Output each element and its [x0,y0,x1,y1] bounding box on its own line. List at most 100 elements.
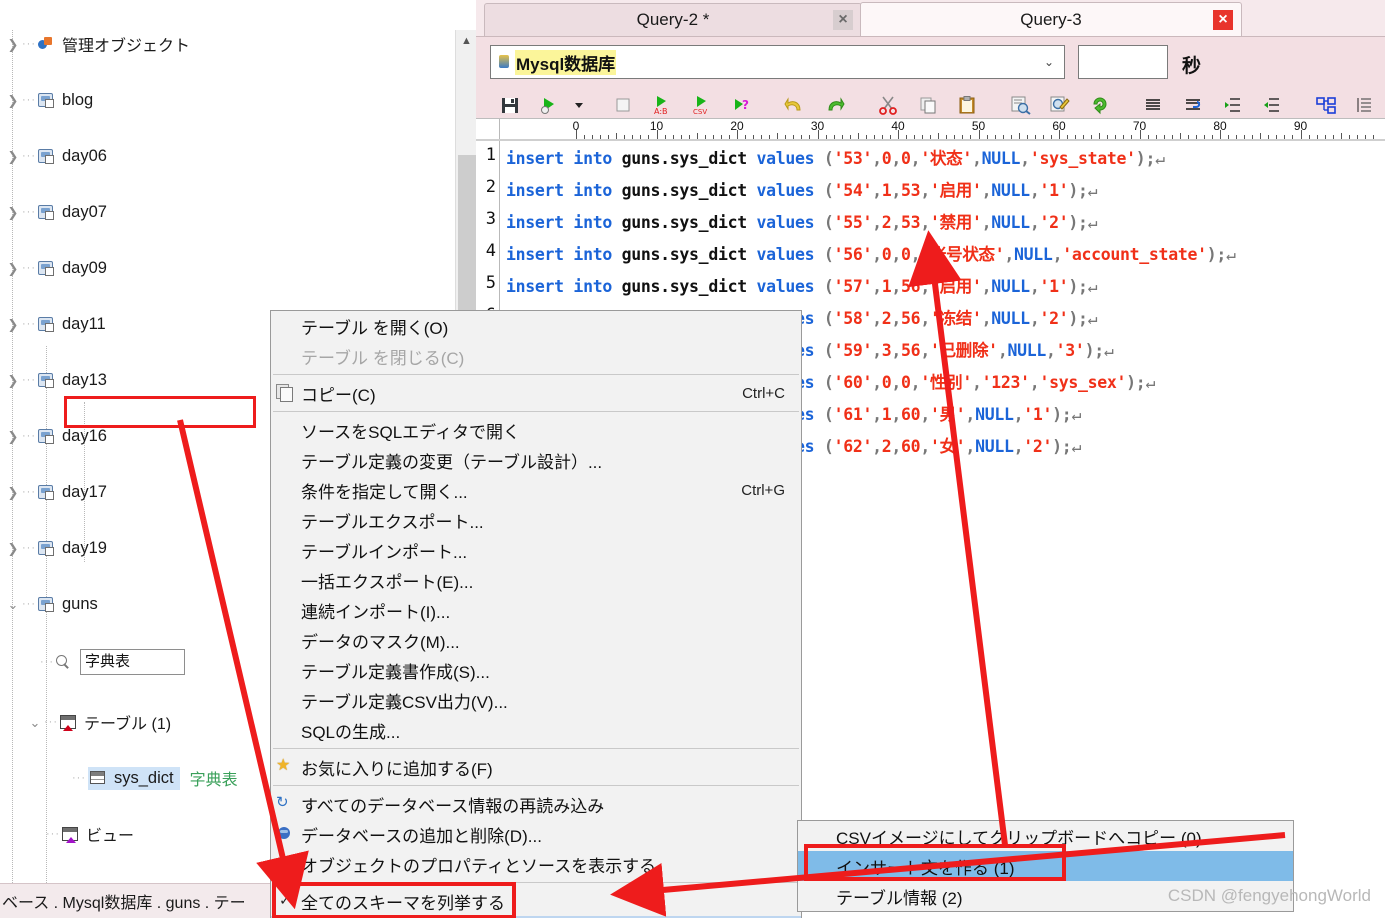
sql-number: 2 [881,437,892,456]
menu-item[interactable]: データベースの追加と削除(D)... [271,819,801,849]
close-icon[interactable]: × [833,10,853,30]
chevron-right-icon[interactable]: ❯ [4,374,22,387]
tree-item-day07[interactable]: ❯ ··· day07 [0,198,455,226]
find-replace-icon[interactable] [1040,91,1080,119]
execute-icon[interactable] [529,91,569,119]
chevron-right-icon[interactable]: ❯ [4,206,22,219]
chevron-right-icon[interactable]: ❯ [4,318,22,331]
find-icon[interactable] [1001,91,1041,119]
tree-item-blog[interactable]: ❯ ··· blog [0,86,455,114]
ruler-tick [1179,133,1181,139]
sql-number: 53 [901,181,921,200]
ruler-tick [1292,135,1294,139]
copy-icon[interactable] [908,91,948,119]
tab-query-2[interactable]: Query-2 * × [484,3,862,36]
menu-item[interactable]: ソースをSQLエディタで開く [271,415,801,445]
diagram-icon[interactable] [1306,91,1346,119]
save-icon[interactable] [490,91,530,119]
paste-icon[interactable] [947,91,987,119]
format-wrap-icon[interactable] [1173,91,1213,119]
database-select[interactable]: Mysql数据库 ⌄ [490,45,1065,79]
ruler-tick [648,135,650,139]
stop-icon[interactable] [603,91,643,119]
execute-dropdown-icon[interactable] [569,91,589,119]
scrollbar-thumb[interactable] [458,155,476,330]
sql-keyword: values [756,277,824,296]
menu-item[interactable]: 連続インポート(I)... [271,595,801,625]
redo-icon[interactable] [815,91,855,119]
sql-string: '女' [929,437,966,456]
menu-item[interactable]: テーブルインポート... [271,535,801,565]
chevron-down-icon[interactable]: ⌄ [26,716,44,729]
execute-to-text-icon[interactable]: A:B [642,91,682,119]
menu-item-label: 全てのスキーマを列挙する [301,893,505,913]
chevron-right-icon[interactable]: ❯ [4,430,22,443]
sql-number: 53 [901,213,921,232]
menu-item[interactable]: 条件を指定して開く... Ctrl+G [271,475,801,505]
search-icon [56,653,76,671]
undo-icon[interactable] [775,91,815,119]
tree-item-day09[interactable]: ❯ ··· day09 [0,254,455,282]
sql-string: '59' [833,341,873,360]
ruler-tick [1099,133,1101,139]
menu-item[interactable]: ✓ 全てのスキーマを列挙する [271,886,801,916]
sql-punctuation: ( [823,181,834,200]
sql-string: '已删除' [929,341,998,360]
execute-explain-icon[interactable]: ? [722,91,762,119]
chevron-right-icon[interactable]: ❯ [4,38,22,51]
outdent-icon[interactable] [1252,91,1292,119]
ruler-tick [624,135,626,139]
menu-item[interactable]: テーブル を開く(O) [271,311,801,341]
chevron-right-icon[interactable]: ❯ [4,542,22,555]
code-line[interactable]: insert into guns.sys_dict values ('55',2… [506,209,1098,233]
menu-item-label: テーブル を閉じる(C) [301,348,465,368]
chevron-down-icon[interactable]: ⌄ [1044,55,1054,69]
timeout-input[interactable] [1078,45,1168,79]
tree-item-root[interactable]: ❯ ··· 管理オブジェクト [0,30,455,58]
tab-query-3[interactable]: Query-3 × [860,2,1242,36]
menu-item[interactable]: テーブルエクスポート... [271,505,801,535]
chevron-right-icon[interactable]: ❯ [4,262,22,275]
menu-item[interactable]: オブジェクトのプロパティとソースを表示する [271,849,801,879]
sql-punctuation: ) [1068,213,1078,232]
end-of-line-marker: ↵ [1145,373,1156,392]
submenu-item[interactable]: インサート文を作る (1) [798,851,1293,881]
menu-item[interactable]: テーブル定義書作成(S)... [271,655,801,685]
code-line[interactable]: insert into guns.sys_dict values ('57',1… [506,273,1098,297]
execute-to-csv-icon[interactable]: CSV [682,91,722,119]
code-line[interactable]: insert into guns.sys_dict values ('56',0… [506,241,1236,265]
close-icon[interactable]: × [1213,9,1233,30]
outline-icon[interactable] [1345,91,1385,119]
submenu-item[interactable]: CSVイメージにしてクリップボードへコピー (0) [798,821,1293,851]
chevron-right-icon[interactable]: ❯ [4,94,22,107]
menu-item-label: テーブル定義の変更（テーブル設計）... [301,452,603,472]
menu-item[interactable]: データのマスク(M)... [271,625,801,655]
format-icon[interactable] [1133,91,1173,119]
menu-item[interactable]: ↻ すべてのデータベース情報の再読み込み [271,789,801,819]
search-input[interactable]: 字典表 [80,649,185,675]
code-line[interactable]: insert into guns.sys_dict values ('54',1… [506,177,1098,201]
refresh-icon[interactable] [1080,91,1120,119]
menu-item[interactable]: SQLの生成... [271,715,801,745]
tree-item-day06[interactable]: ❯ ··· day06 [0,142,455,170]
sql-punctuation: , [891,213,902,232]
chevron-down-icon[interactable]: ⌄ [4,598,22,611]
chevron-right-icon[interactable]: ❯ [4,150,22,163]
ruler-tick [1356,135,1358,139]
menu-item[interactable]: 一括エクスポート(E)... [271,565,801,595]
menu-item[interactable]: ★ お気に入りに追加する(F) [271,752,801,782]
menu-item[interactable]: テーブル定義の変更（テーブル設計）... [271,445,801,475]
code-line[interactable]: insert into guns.sys_dict values ('53',0… [506,145,1165,169]
menu-item[interactable]: テーブル定義CSV出力(V)... [271,685,801,715]
indent-icon[interactable] [1213,91,1253,119]
ruler-label: 40 [891,119,905,133]
sql-punctuation: , [1029,373,1040,392]
line-number: 4 [485,241,496,261]
menu-item[interactable]: コピー(C) Ctrl+C [271,378,801,408]
scroll-up-icon[interactable]: ▲ [456,30,477,52]
end-of-line-marker: ↵ [1071,405,1082,424]
cut-icon[interactable] [868,91,908,119]
sql-number: 0 [881,373,892,392]
context-menu[interactable]: テーブル を開く(O) テーブル を閉じる(C) コピー(C) Ctrl+C ソースをS… [270,310,802,918]
chevron-right-icon[interactable]: ❯ [4,486,22,499]
